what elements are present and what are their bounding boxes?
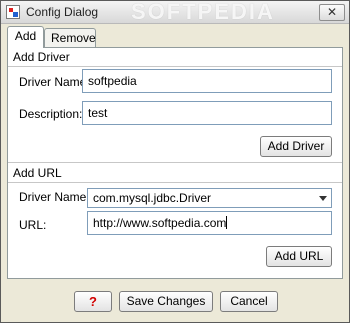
- url-label: URL:: [19, 218, 47, 232]
- driver-name-input[interactable]: softpedia: [82, 69, 332, 93]
- add-url-group-divider: [8, 162, 342, 163]
- description-value: test: [88, 106, 108, 120]
- add-driver-group-divider: [8, 66, 342, 67]
- add-url-group-title: Add URL: [13, 166, 62, 180]
- driver-name-value: softpedia: [88, 74, 137, 88]
- tab-remove[interactable]: Remove: [44, 28, 96, 48]
- close-button[interactable]: ✕: [319, 4, 345, 21]
- help-button[interactable]: ?: [74, 291, 112, 312]
- softpedia-watermark: SOFTPEDIA: [131, 0, 275, 24]
- config-dialog-window: Config Dialog SOFTPEDIA ✕ Add Remove Add…: [0, 0, 350, 323]
- description-label: Description:: [19, 107, 83, 121]
- url-input[interactable]: http://www.softpedia.com: [87, 211, 332, 235]
- driver-select-value: com.mysql.jdbc.Driver: [93, 191, 212, 205]
- close-icon: ✕: [326, 5, 338, 19]
- help-icon: ?: [89, 294, 97, 309]
- tab-add[interactable]: Add: [7, 26, 44, 48]
- title-bar[interactable]: Config Dialog SOFTPEDIA ✕: [1, 0, 349, 24]
- driver-name-label: Driver Name:: [19, 75, 90, 89]
- add-url-button[interactable]: Add URL: [266, 246, 332, 267]
- save-changes-button[interactable]: Save Changes: [119, 291, 213, 312]
- url-driver-name-label: Driver Name:: [19, 190, 90, 204]
- chevron-down-icon: [319, 196, 327, 201]
- window-title: Config Dialog: [26, 5, 99, 19]
- text-caret: [226, 216, 228, 229]
- add-driver-group-title: Add Driver: [13, 50, 70, 64]
- description-input[interactable]: test: [82, 101, 332, 125]
- app-icon: [6, 5, 20, 19]
- url-value: http://www.softpedia.com: [93, 216, 227, 230]
- driver-select[interactable]: com.mysql.jdbc.Driver: [87, 188, 332, 208]
- add-url-group-line: [8, 182, 342, 183]
- add-driver-button[interactable]: Add Driver: [260, 136, 332, 157]
- cancel-button[interactable]: Cancel: [220, 291, 278, 312]
- tab-panel-add: Add Driver Driver Name: softpedia Descri…: [7, 47, 343, 279]
